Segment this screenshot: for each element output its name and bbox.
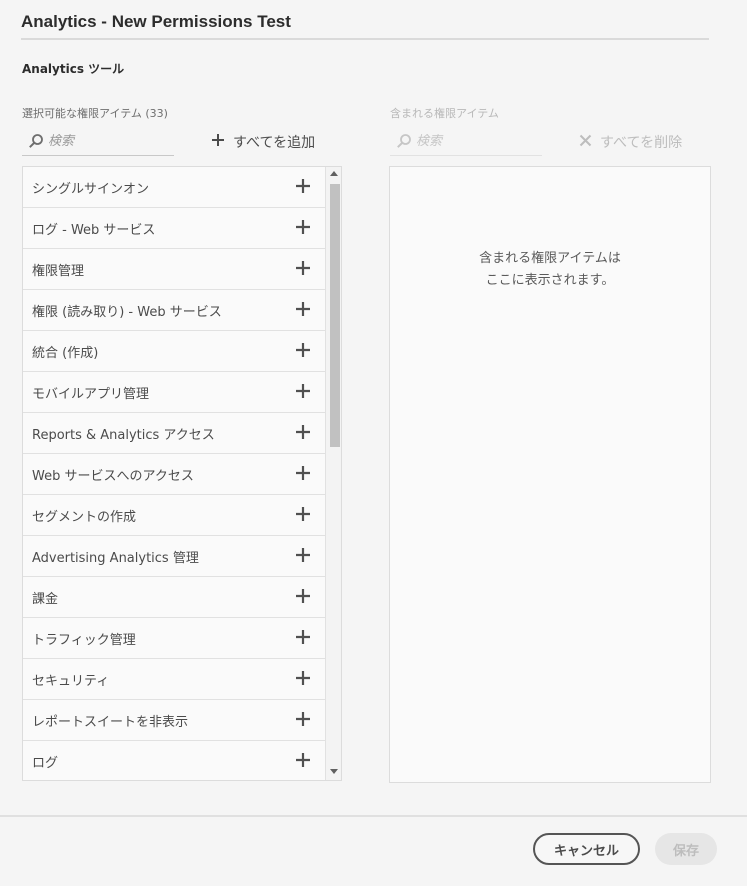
list-item[interactable]: レポートスイートを非表示 (23, 700, 325, 741)
add-item-icon[interactable] (295, 547, 311, 567)
search-icon (396, 133, 412, 153)
list-item-label: ログ - Web サービス (32, 223, 156, 238)
add-item-icon[interactable] (295, 383, 311, 403)
save-button: 保存 (655, 833, 717, 865)
search-icon (28, 133, 44, 153)
add-item-icon[interactable] (295, 424, 311, 444)
list-item[interactable]: 課金 (23, 577, 325, 618)
scrollbar[interactable] (325, 167, 341, 780)
list-item[interactable]: モバイルアプリ管理 (23, 372, 325, 413)
plus-icon (211, 133, 225, 151)
included-items-panel: 含まれる権限アイテムは ここに表示されます。 (389, 166, 711, 783)
list-item-label: 権限 (読み取り) - Web サービス (32, 305, 222, 320)
list-item-label: トラフィック管理 (32, 633, 136, 648)
add-item-icon[interactable] (295, 629, 311, 649)
add-all-button[interactable]: すべてを追加 (211, 130, 315, 154)
scroll-up-arrow-icon[interactable] (330, 171, 338, 176)
list-item[interactable]: 権限管理 (23, 249, 325, 290)
add-item-icon[interactable] (295, 219, 311, 239)
list-item-label: ログ (32, 756, 59, 771)
dialog-title: Analytics - New Permissions Test (21, 12, 291, 31)
empty-state-message: 含まれる権限アイテムは ここに表示されます。 (390, 248, 710, 292)
add-item-icon[interactable] (295, 588, 311, 608)
list-item-label: 権限管理 (32, 264, 85, 279)
add-item-icon[interactable] (295, 506, 311, 526)
add-item-icon[interactable] (295, 178, 311, 198)
list-item-label: レポートスイートを非表示 (32, 715, 189, 730)
add-item-icon[interactable] (295, 342, 311, 362)
remove-all-button: すべてを削除 (579, 130, 682, 154)
cancel-button[interactable]: キャンセル (533, 833, 640, 865)
add-item-icon[interactable] (295, 465, 311, 485)
available-search[interactable] (22, 128, 174, 156)
list-item-label: セグメントの作成 (32, 510, 137, 525)
add-all-label: すべてを追加 (233, 135, 316, 151)
list-item[interactable]: セグメントの作成 (23, 495, 325, 536)
remove-all-label: すべてを削除 (600, 135, 683, 151)
included-search-input (416, 132, 536, 150)
list-item-label: Reports & Analytics アクセス (32, 428, 215, 443)
list-item[interactable]: Advertising Analytics 管理 (23, 536, 325, 577)
list-item[interactable]: 統合 (作成) (23, 331, 325, 372)
add-item-icon[interactable] (295, 260, 311, 280)
close-icon (579, 134, 592, 151)
empty-state-line: 含まれる権限アイテムは (479, 251, 621, 266)
add-item-icon[interactable] (295, 301, 311, 321)
list-item[interactable]: 権限 (読み取り) - Web サービス (23, 290, 325, 331)
list-item[interactable]: ログ (23, 741, 325, 780)
list-item[interactable]: セキュリティ (23, 659, 325, 700)
list-item-label: Advertising Analytics 管理 (32, 551, 199, 566)
list-item-label: Web サービスへのアクセス (32, 469, 194, 484)
list-item-label: 課金 (32, 592, 59, 607)
title-divider (21, 38, 709, 40)
add-item-icon[interactable] (295, 711, 311, 731)
available-items-list: シングルサインオン ログ - Web サービス 権限管理権限 (読み取り) - We… (22, 166, 342, 781)
list-item[interactable]: ログ - Web サービス (23, 208, 325, 249)
included-search (390, 128, 542, 156)
list-item[interactable]: シングルサインオン (23, 167, 325, 208)
list-item[interactable]: Web サービスへのアクセス (23, 454, 325, 495)
scroll-down-arrow-icon[interactable] (330, 769, 338, 774)
available-search-input[interactable] (48, 132, 168, 150)
included-items-label: 含まれる権限アイテム (390, 107, 499, 120)
list-item[interactable]: トラフィック管理 (23, 618, 325, 659)
add-item-icon[interactable] (295, 670, 311, 690)
available-items-label: 選択可能な権限アイテム (33) (22, 107, 168, 120)
empty-state-line: ここに表示されます。 (485, 273, 615, 288)
footer-divider (0, 815, 747, 817)
list-item-label: シングルサインオン (32, 182, 150, 197)
add-item-icon[interactable] (295, 752, 311, 772)
list-item-label: モバイルアプリ管理 (32, 387, 150, 402)
scrollbar-thumb[interactable] (330, 184, 340, 447)
list-item[interactable]: Reports & Analytics アクセス (23, 413, 325, 454)
list-item-label: 統合 (作成) (32, 346, 99, 361)
list-item-label: セキュリティ (32, 674, 110, 689)
section-title: Analytics ツール (22, 62, 125, 76)
